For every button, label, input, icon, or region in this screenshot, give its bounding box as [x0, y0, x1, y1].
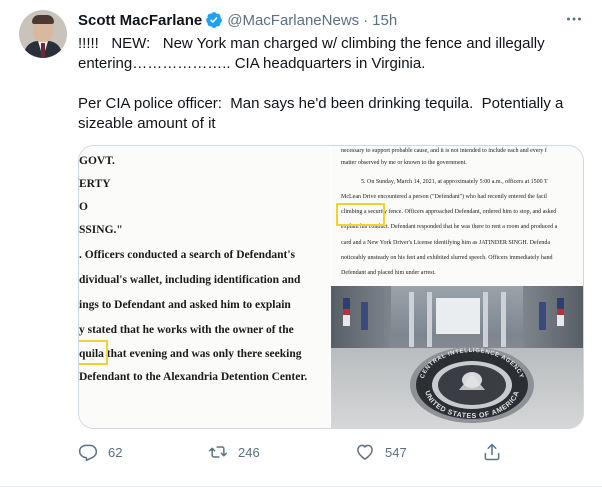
author-name[interactable]: Scott MacFarlane: [78, 12, 202, 29]
like-count: 547: [385, 444, 407, 460]
doc-line: . Officers conducted a search of Defenda…: [79, 249, 296, 261]
flag: [361, 302, 368, 330]
verified-badge-icon: [205, 11, 223, 29]
doc-line: Defendant to the Alexandria Detention Ce…: [79, 371, 308, 383]
flag: [539, 302, 546, 330]
lobby-doorway: [436, 298, 480, 334]
doc-line: Defendant and placed him under arrest.: [341, 270, 436, 276]
doc-line: O: [79, 201, 88, 213]
retweet-count: 246: [238, 444, 260, 460]
tweet-media[interactable]: GOVT. ERTY O SSING." . Officers conducte…: [78, 145, 584, 429]
flag: [343, 298, 350, 326]
doc-line: y stated that he works with the owner of…: [79, 324, 294, 336]
like-button[interactable]: 547: [355, 442, 407, 462]
doc-line: McLean Drive encountered a person ("Defe…: [341, 194, 547, 200]
share-icon: [482, 442, 502, 462]
doc-line: noticeably unsteady on his feet and exhi…: [341, 255, 553, 261]
doc-line: SSING.": [79, 224, 123, 236]
reply-count: 62: [108, 444, 123, 460]
avatar-hair: [32, 15, 54, 24]
lobby-column: [501, 292, 506, 347]
doc-line: quila that evening and was only there se…: [79, 348, 302, 360]
tweet[interactable]: Scott MacFarlane @MacFarlaneNews · 15h !…: [0, 0, 602, 487]
lobby-column: [409, 292, 414, 347]
retweet-button[interactable]: 246: [208, 442, 260, 462]
retweet-icon: [208, 442, 228, 462]
tweet-text-paragraph-1: !!!!! NEW: New York man charged w/ climb…: [78, 35, 549, 72]
media-image-right-document[interactable]: necessary to support probable cause, and…: [331, 146, 583, 286]
highlight-box: [336, 203, 385, 226]
cia-floor-seal: CENTRAL INTELLIGENCE AGENCY UNITED STATE…: [407, 342, 537, 424]
tweet-header: Scott MacFarlane @MacFarlaneNews · 15h: [78, 10, 397, 30]
like-icon: [355, 442, 375, 462]
doc-line: matter observed by me or known to the go…: [341, 160, 467, 166]
lobby-column: [427, 292, 432, 347]
media-image-cia-lobby[interactable]: CENTRAL INTELLIGENCE AGENCY UNITED STATE…: [331, 286, 583, 428]
doc-line: GOVT.: [79, 155, 115, 167]
share-button[interactable]: [482, 442, 512, 462]
media-right-column: necessary to support probable cause, and…: [331, 146, 583, 428]
tweet-text: !!!!! NEW: New York man charged w/ climb…: [78, 34, 583, 134]
doc-line: 5. On Sunday, March 14, 2021, at approxi…: [361, 179, 548, 185]
reply-button[interactable]: 62: [78, 442, 122, 462]
avatar[interactable]: [19, 10, 67, 58]
doc-line: necessary to support probable cause, and…: [341, 148, 547, 154]
doc-line: card and a New York Driver's License ide…: [341, 240, 551, 246]
author-handle[interactable]: @MacFarlaneNews: [227, 12, 359, 29]
doc-line: ERTY: [79, 178, 111, 190]
reply-icon: [78, 442, 98, 462]
lobby-column: [483, 292, 488, 347]
highlight-box: [79, 340, 108, 365]
header-separator: ·: [363, 11, 369, 29]
doc-line: ings to Defendant and asked him to expla…: [79, 299, 291, 311]
more-options-icon[interactable]: [565, 10, 583, 28]
tweet-actions: 62 246 547: [78, 442, 583, 462]
doc-line: dividual's wallet, including identificat…: [79, 274, 301, 286]
tweet-timestamp[interactable]: 15h: [372, 12, 397, 29]
avatar-tie: [41, 43, 45, 58]
flag: [557, 298, 564, 326]
tweet-text-paragraph-2: Per CIA police officer: Man says he'd be…: [78, 95, 568, 132]
media-image-left-document[interactable]: GOVT. ERTY O SSING." . Officers conducte…: [79, 146, 331, 428]
